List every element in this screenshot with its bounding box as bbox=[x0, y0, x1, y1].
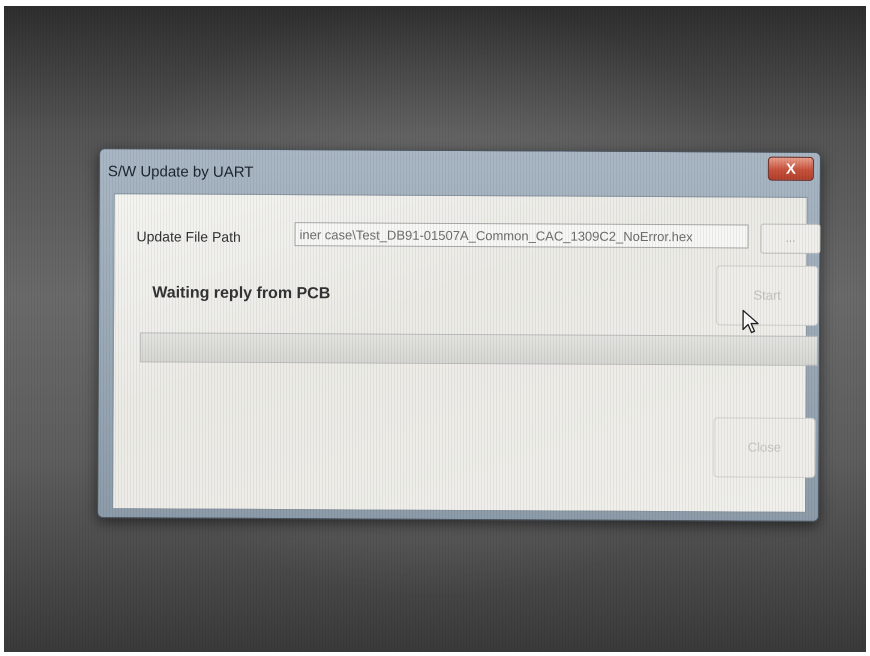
mouse-pointer-icon bbox=[742, 309, 759, 334]
update-file-path-field[interactable]: iner case\Test_DB91-01507A_Common_CAC_13… bbox=[294, 222, 749, 249]
update-dialog: S/W Update by UART X Update File Path in… bbox=[97, 148, 821, 522]
close-button[interactable]: Close bbox=[713, 417, 816, 478]
title-bar[interactable]: S/W Update by UART X bbox=[100, 149, 820, 195]
window-title: S/W Update by UART bbox=[107, 163, 254, 181]
browse-button[interactable]: ... bbox=[760, 223, 821, 254]
progress-bar bbox=[139, 332, 819, 366]
screen-photo: S/W Update by UART X Update File Path in… bbox=[4, 6, 866, 652]
window-close-button[interactable]: X bbox=[767, 156, 814, 181]
status-message: Waiting reply from PCB bbox=[152, 284, 331, 303]
start-button[interactable]: Start bbox=[716, 265, 819, 326]
update-file-path-label: Update File Path bbox=[136, 228, 241, 245]
close-icon: X bbox=[785, 160, 796, 178]
dialog-body: Update File Path iner case\Test_DB91-015… bbox=[112, 193, 821, 513]
